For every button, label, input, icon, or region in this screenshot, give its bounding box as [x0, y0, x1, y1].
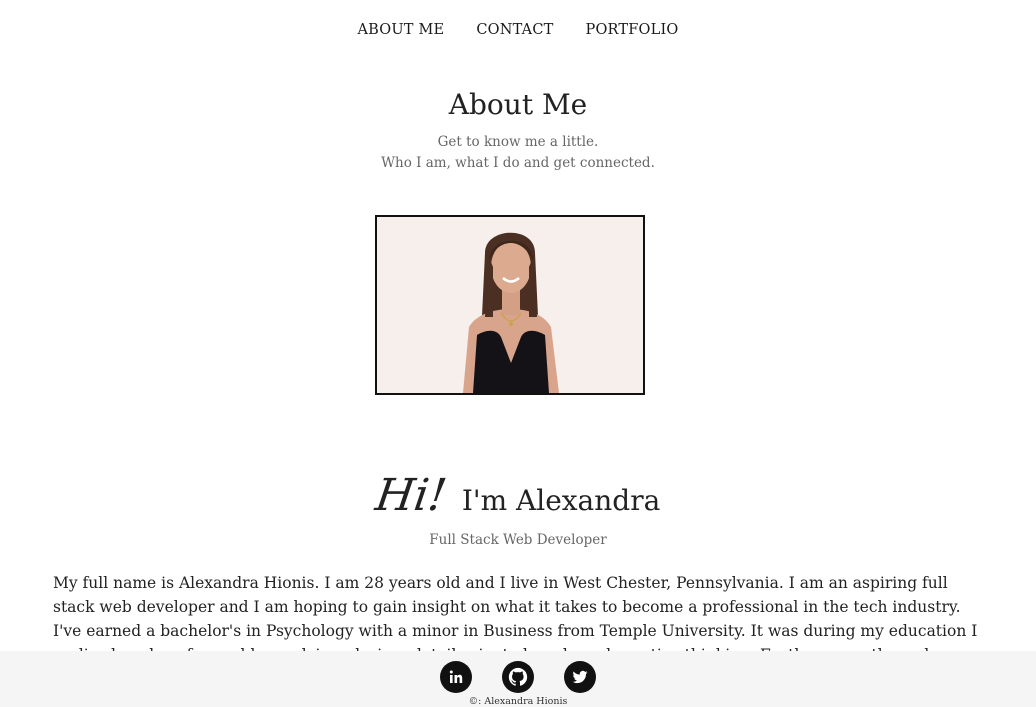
page-subtitle-line-2: Who I am, what I do and get connected. [381, 155, 655, 171]
profile-photo [375, 215, 645, 395]
greeting: Hi! I'm Alexandra [0, 470, 1036, 521]
copyright: ©: Alexandra Hionis [468, 696, 568, 707]
job-title: Full Stack Web Developer [429, 532, 607, 548]
nav-contact[interactable]: CONTACT [476, 22, 553, 38]
hi-script-text: Hi! [372, 470, 450, 521]
footer: ©: Alexandra Hionis [0, 651, 1036, 707]
linkedin-icon[interactable] [440, 661, 472, 693]
social-icons [0, 661, 1036, 693]
twitter-icon[interactable] [564, 661, 596, 693]
top-nav: ABOUT ME CONTACT PORTFOLIO [0, 22, 1036, 38]
page-title: About Me [448, 88, 588, 121]
github-icon[interactable] [502, 661, 534, 693]
greeting-name: I'm Alexandra [461, 484, 661, 517]
page-subtitle-line-1: Get to know me a little. [437, 134, 599, 150]
nav-about-me[interactable]: ABOUT ME [358, 22, 445, 38]
profile-portrait-illustration [377, 217, 643, 393]
nav-portfolio[interactable]: PORTFOLIO [586, 22, 679, 38]
